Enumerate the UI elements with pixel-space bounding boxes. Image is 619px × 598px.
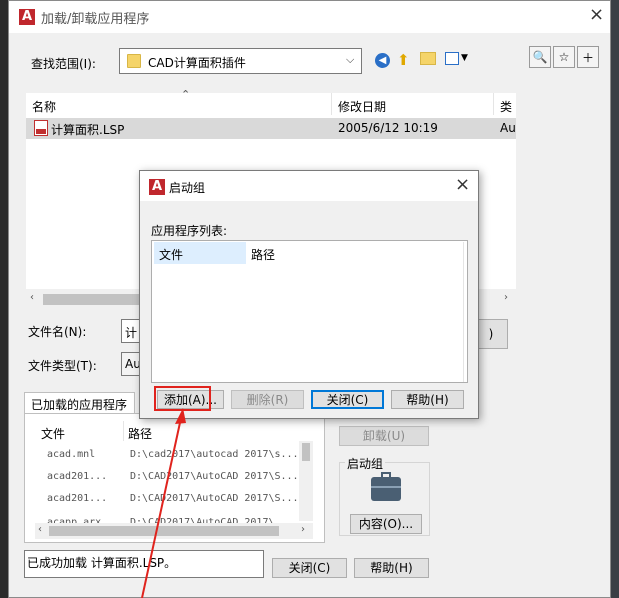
arrow-head — [175, 408, 186, 424]
arrow-shaft — [141, 417, 182, 598]
annotation-arrow — [141, 408, 186, 598]
